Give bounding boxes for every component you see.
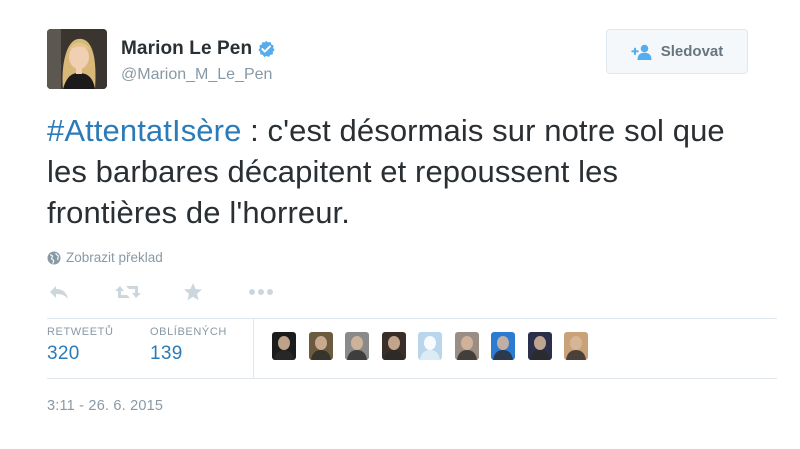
translate-label: Zobrazit překlad [66,250,163,265]
follow-button-label: Sledovat [660,43,724,60]
user-avatar-3[interactable] [345,332,369,360]
retweet-count-label: RETWEETŮ [47,326,114,338]
favorite-button[interactable] [181,280,205,304]
follow-button[interactable]: Sledovat [606,29,748,74]
user-handle[interactable]: @Marion_M_Le_Pen [121,66,272,84]
verified-badge-icon [257,40,275,58]
stats-divider [253,318,254,378]
divider-top [47,318,777,319]
user-name[interactable]: Marion Le Pen [121,38,252,60]
reply-icon [50,286,68,299]
more-icon [249,289,273,295]
hashtag-link[interactable]: #AttentatIsère [47,113,241,148]
retweet-icon [115,286,141,298]
user-avatar-1[interactable] [272,332,296,360]
tweet-card: Marion Le Pen @Marion_M_Le_Pen Sledovat … [0,0,800,449]
translate-link[interactable]: Zobrazit překlad [47,250,163,265]
tweet-actions [47,280,275,304]
star-icon [184,283,202,301]
avatar[interactable] [47,29,107,89]
reply-button[interactable] [47,280,71,304]
user-avatar-5[interactable] [418,332,442,360]
favoriter-avatars [272,332,601,360]
globe-icon [47,251,61,264]
user-avatar-7[interactable] [491,332,515,360]
tweet-text: #AttentatIsère : c'est désormais sur not… [47,110,747,233]
retweet-button[interactable] [113,280,143,304]
user-avatar-2[interactable] [308,332,333,360]
tweet-timestamp[interactable]: 3:11 - 26. 6. 2015 [47,398,163,414]
favorite-count-label: OBLÍBENÝCH [150,326,227,338]
divider-bottom [47,378,777,379]
user-name-row: Marion Le Pen [121,38,275,60]
user-avatar-8[interactable] [527,332,552,360]
user-avatar-4[interactable] [381,332,406,360]
retweet-count-stat[interactable]: RETWEETŮ 320 [47,326,114,365]
add-user-icon [631,44,653,60]
favorite-count-value: 139 [150,343,183,364]
more-button[interactable] [247,280,275,304]
user-avatar-9[interactable] [564,332,588,360]
retweet-count-value: 320 [47,343,80,364]
user-avatar-6[interactable] [454,332,479,360]
favorite-count-stat[interactable]: OBLÍBENÝCH 139 [150,326,227,365]
